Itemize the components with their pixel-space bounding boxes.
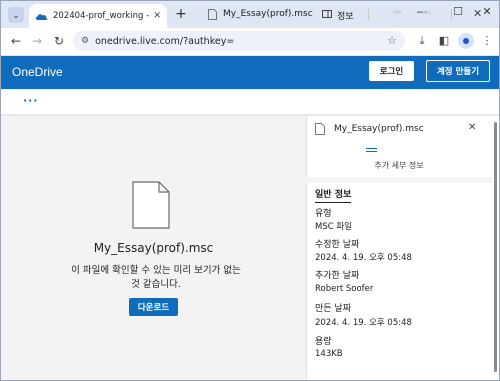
brand-logo-text[interactable]: OneDrive bbox=[12, 65, 63, 79]
forward-arrow-icon[interactable]: → bbox=[29, 33, 45, 49]
scrollbar-thumb[interactable] bbox=[494, 122, 497, 372]
onedrive-cloud-icon bbox=[35, 13, 48, 20]
close-viewer-icon[interactable]: ✕ bbox=[473, 7, 482, 20]
field-label-added: 추가한 날짜 bbox=[315, 271, 360, 281]
maximize-icon[interactable]: ☐ bbox=[450, 5, 466, 18]
star-icon[interactable]: ☆ bbox=[387, 34, 397, 47]
field-label-created: 만든 날짜 bbox=[315, 304, 351, 314]
previous-file-icon[interactable]: ⏮ bbox=[393, 8, 401, 18]
menu-dots-icon[interactable]: ⋮ bbox=[479, 33, 495, 49]
field-label-type: 유형 bbox=[315, 209, 332, 219]
tab-search-chevron-down-icon[interactable]: ⌄ bbox=[8, 7, 24, 23]
reload-icon[interactable]: ↻ bbox=[51, 33, 67, 49]
address-bar[interactable]: ⚙ onedrive.live.com/?authkey= ☆ bbox=[73, 31, 405, 51]
divider bbox=[368, 9, 369, 20]
tab-close-icon[interactable]: ✕ bbox=[153, 11, 161, 21]
field-label-modified: 수정한 날짜 bbox=[315, 240, 360, 250]
create-account-button[interactable]: 계정 만들기 bbox=[426, 60, 490, 82]
tab-title: 202404-prof_working - OneDri bbox=[53, 11, 150, 21]
divider bbox=[306, 177, 492, 183]
profile-avatar-icon[interactable] bbox=[458, 33, 474, 49]
url-text: onedrive.live.com/?authkey= bbox=[95, 35, 235, 47]
site-info-icon[interactable]: ⚙ bbox=[81, 36, 89, 46]
field-label-size: 용량 bbox=[315, 337, 332, 347]
details-filename: My_Essay(prof).msc bbox=[334, 124, 424, 134]
preview-filename: My_Essay(prof).msc bbox=[93, 241, 214, 255]
info-panel-icon[interactable] bbox=[322, 10, 332, 18]
side-panel-icon[interactable]: ◧ bbox=[436, 33, 452, 49]
file-icon bbox=[315, 123, 325, 135]
new-tab-button[interactable]: + bbox=[173, 6, 189, 22]
field-value-added: Robert Soofer bbox=[315, 284, 374, 294]
section-title: 일반 정보 bbox=[315, 187, 352, 203]
info-button[interactable]: 정보 bbox=[337, 9, 354, 22]
login-button[interactable]: 로그인 bbox=[369, 61, 414, 81]
back-arrow-icon[interactable]: ← bbox=[8, 33, 24, 49]
browser-toolbar: ← → ↻ ⚙ onedrive.live.com/?authkey= ☆ ⤓ … bbox=[1, 28, 499, 55]
field-value-type: MSC 파일 bbox=[315, 222, 353, 232]
field-value-size: 143KB bbox=[315, 349, 343, 359]
field-value-modified: 2024. 4. 19. 오후 05:48 bbox=[315, 253, 412, 263]
download-icon[interactable]: ⤓ bbox=[414, 33, 430, 49]
commandbar-filename: My_Essay(prof).msc bbox=[223, 9, 313, 19]
browser-window: ⌄ 202404-prof_working - OneDri ✕ + — ☐ ✕… bbox=[0, 0, 500, 381]
divider bbox=[451, 9, 452, 20]
file-icon bbox=[208, 9, 217, 20]
more-options-button[interactable]: ··· bbox=[23, 94, 39, 107]
command-bar: ··· bbox=[1, 89, 499, 115]
more-details-link[interactable]: 추가 세부 정보 bbox=[306, 160, 492, 171]
browser-tab[interactable]: 202404-prof_working - OneDri ✕ bbox=[29, 4, 167, 28]
expand-handle-icon[interactable] bbox=[366, 148, 377, 152]
download-button[interactable]: 다운로드 bbox=[129, 298, 178, 316]
file-icon bbox=[132, 181, 170, 229]
close-icon[interactable]: ✕ bbox=[468, 122, 476, 133]
no-preview-message: 이 파일에 확인할 수 있는 미리 보기가 없는 것 같습니다. bbox=[71, 265, 241, 290]
next-file-icon[interactable]: ⏭ bbox=[422, 8, 430, 18]
onedrive-header: OneDrive bbox=[1, 56, 499, 89]
field-value-created: 2024. 4. 19. 오후 05:48 bbox=[315, 318, 412, 328]
